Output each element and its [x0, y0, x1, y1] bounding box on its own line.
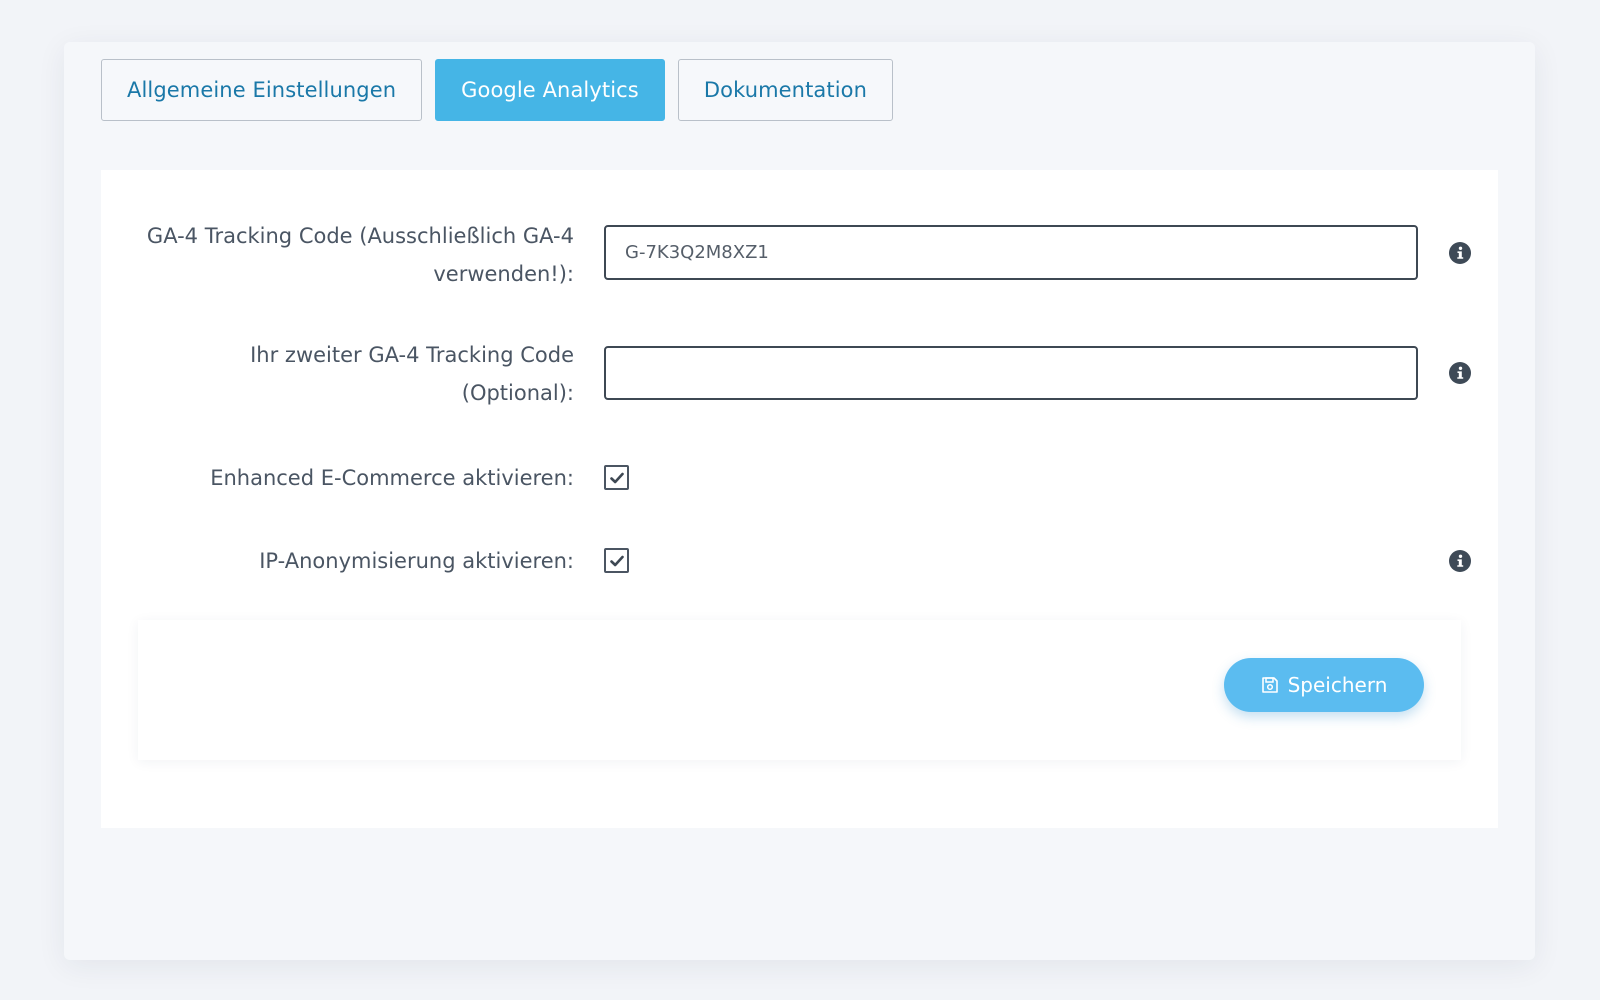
ip-anonymization-row: IP-Anonymisierung aktivieren:	[101, 538, 1498, 588]
ga4-tracking-code-row: GA-4 Tracking Code (Ausschließlich GA-4 …	[101, 214, 1498, 294]
info-circle-icon[interactable]	[1449, 242, 1471, 264]
tab-bar: Allgemeine Einstellungen Google Analytic…	[101, 59, 894, 121]
second-ga4-tracking-code-label-line1: Ihr zweiter GA-4 Tracking Code	[250, 343, 574, 367]
second-ga4-tracking-code-row: Ihr zweiter GA-4 Tracking Code (Optional…	[101, 334, 1498, 414]
ga4-tracking-code-label-line2: verwenden!):	[433, 262, 574, 286]
second-ga4-tracking-code-label-line2: (Optional):	[461, 381, 574, 405]
save-button-label: Speichern	[1287, 673, 1388, 697]
floppy-disk-icon	[1261, 677, 1278, 693]
info-circle-icon[interactable]	[1449, 362, 1471, 384]
form-footer: Speichern	[138, 620, 1461, 760]
ip-anonymization-label: IP-Anonymisierung aktivieren:	[259, 549, 574, 573]
ga4-tracking-code-input[interactable]	[604, 225, 1418, 280]
enhanced-ecommerce-row: Enhanced E-Commerce aktivieren:	[101, 454, 1498, 504]
ga4-tracking-code-label: GA-4 Tracking Code (Ausschließlich GA-4 …	[121, 217, 574, 293]
save-button[interactable]: Speichern	[1224, 658, 1424, 712]
ip-anonymization-checkbox[interactable]	[604, 548, 629, 573]
tab-documentation[interactable]: Dokumentation	[677, 59, 894, 121]
google-analytics-panel: GA-4 Tracking Code (Ausschließlich GA-4 …	[101, 170, 1498, 828]
enhanced-ecommerce-label: Enhanced E-Commerce aktivieren:	[210, 466, 574, 490]
enhanced-ecommerce-checkbox[interactable]	[604, 465, 629, 490]
settings-card: Allgemeine Einstellungen Google Analytic…	[64, 42, 1535, 960]
second-ga4-tracking-code-label: Ihr zweiter GA-4 Tracking Code (Optional…	[121, 336, 574, 412]
checkmark-icon	[609, 555, 624, 566]
checkmark-icon	[609, 472, 624, 483]
tab-google-analytics[interactable]: Google Analytics	[435, 59, 665, 121]
info-circle-icon[interactable]	[1449, 550, 1471, 572]
ga4-tracking-code-label-line1: GA-4 Tracking Code (Ausschließlich GA-4	[146, 224, 574, 248]
second-ga4-tracking-code-input[interactable]	[604, 346, 1418, 400]
tab-general-settings[interactable]: Allgemeine Einstellungen	[101, 59, 423, 121]
